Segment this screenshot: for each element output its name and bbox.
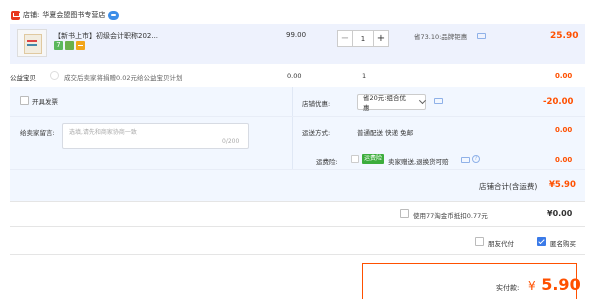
product-badges: 7: [54, 41, 85, 50]
anonymous-purchase-checkbox[interactable]: [537, 237, 546, 246]
friend-pay-label[interactable]: 朋友代付: [488, 238, 514, 248]
tmall-coins-amount: ¥0.00: [547, 209, 573, 218]
charity-quantity: 1: [362, 72, 367, 80]
store-total-label: 店铺合计(含运费): [479, 182, 538, 191]
shipping-insurance-label: 运费险:: [316, 158, 338, 166]
anonymous-purchase-label[interactable]: 匿名购买: [550, 238, 576, 248]
store-coupon-label: 店铺优惠:: [302, 100, 331, 108]
panel-divider: [292, 87, 293, 169]
product-title[interactable]: 【新书上市】初级会计职称202...: [54, 31, 158, 41]
divider: [10, 226, 585, 227]
divider: [10, 201, 585, 202]
quantity-stepper: − 1 +: [337, 30, 389, 47]
product-row: [10, 24, 585, 64]
chat-icon[interactable]: [434, 98, 443, 104]
payment-label: 实付款:: [496, 284, 520, 292]
store-coupon-select[interactable]: 省20元:组合优惠: [357, 94, 427, 112]
row-divider: [10, 116, 585, 117]
charity-check-icon: [50, 71, 59, 80]
wangwang-icon[interactable]: [108, 10, 120, 20]
chevron-down-icon: [419, 97, 427, 104]
store-header: 店铺: 华夏会盟图书专营店: [11, 8, 120, 22]
delivery-price: 0.00: [555, 126, 573, 134]
memo-label: 给卖家留言:: [20, 129, 55, 137]
chat-icon[interactable]: [461, 157, 470, 163]
store-coupon-value: 省20元:组合优惠: [363, 94, 406, 112]
row-divider: [10, 169, 585, 170]
shipping-insurance-price: 0.00: [555, 156, 573, 164]
unit-price: 99.00: [286, 31, 307, 39]
store-icon: [11, 10, 20, 20]
credit-card-icon: [76, 41, 85, 50]
memo-placeholder: 选填,请先和商家协商一致: [69, 129, 137, 136]
memo-char-count: 0/200: [222, 138, 240, 145]
product-discount: 省73.10:品牌钜惠: [414, 33, 468, 41]
store-total-value: ¥5.90: [549, 180, 576, 190]
product-subtotal: 25.90: [550, 31, 579, 41]
divider: [10, 254, 585, 255]
service-guarantee-icon: [65, 41, 74, 50]
shipping-insurance-tag: 运费险: [362, 154, 385, 164]
invoice-checkbox[interactable]: [20, 96, 29, 105]
invoice-label[interactable]: 开具发票: [32, 96, 58, 106]
store-prefix: 店铺:: [23, 11, 40, 19]
shipping-insurance-text: 卖家赠送,退换货可赔: [388, 158, 449, 166]
quantity-plus-button[interactable]: +: [373, 30, 389, 47]
product-image[interactable]: [17, 29, 47, 57]
charity-text: 成交后卖家将捐赠0.02元给公益宝贝计划: [64, 74, 183, 82]
charity-total: 0.00: [555, 72, 573, 80]
store-coupon-amount: -20.00: [543, 97, 574, 107]
payment-amount-value: 5.90: [541, 275, 581, 294]
payment-amount: ¥ 5.90: [528, 275, 581, 294]
chat-icon[interactable]: [477, 33, 486, 39]
seven-day-return-icon: 7: [54, 41, 63, 50]
payment-currency: ¥: [528, 279, 536, 293]
tmall-coins-text[interactable]: 使用77淘金币抵扣0.77元: [413, 210, 488, 220]
charity-label: 公益宝贝: [10, 74, 36, 82]
shipping-insurance-checkbox[interactable]: [351, 155, 359, 163]
quantity-minus-button[interactable]: −: [337, 30, 353, 47]
store-name-link[interactable]: 华夏会盟图书专营店: [42, 10, 105, 20]
delivery-method: 普通配送 快递 免邮: [357, 129, 414, 137]
friend-pay-checkbox[interactable]: [475, 237, 484, 246]
charity-price: 0.00: [287, 72, 302, 80]
quantity-input[interactable]: 1: [353, 30, 373, 47]
tmall-coins-checkbox[interactable]: [400, 209, 409, 218]
delivery-label: 运送方式:: [302, 129, 331, 137]
help-icon[interactable]: ?: [472, 155, 480, 163]
